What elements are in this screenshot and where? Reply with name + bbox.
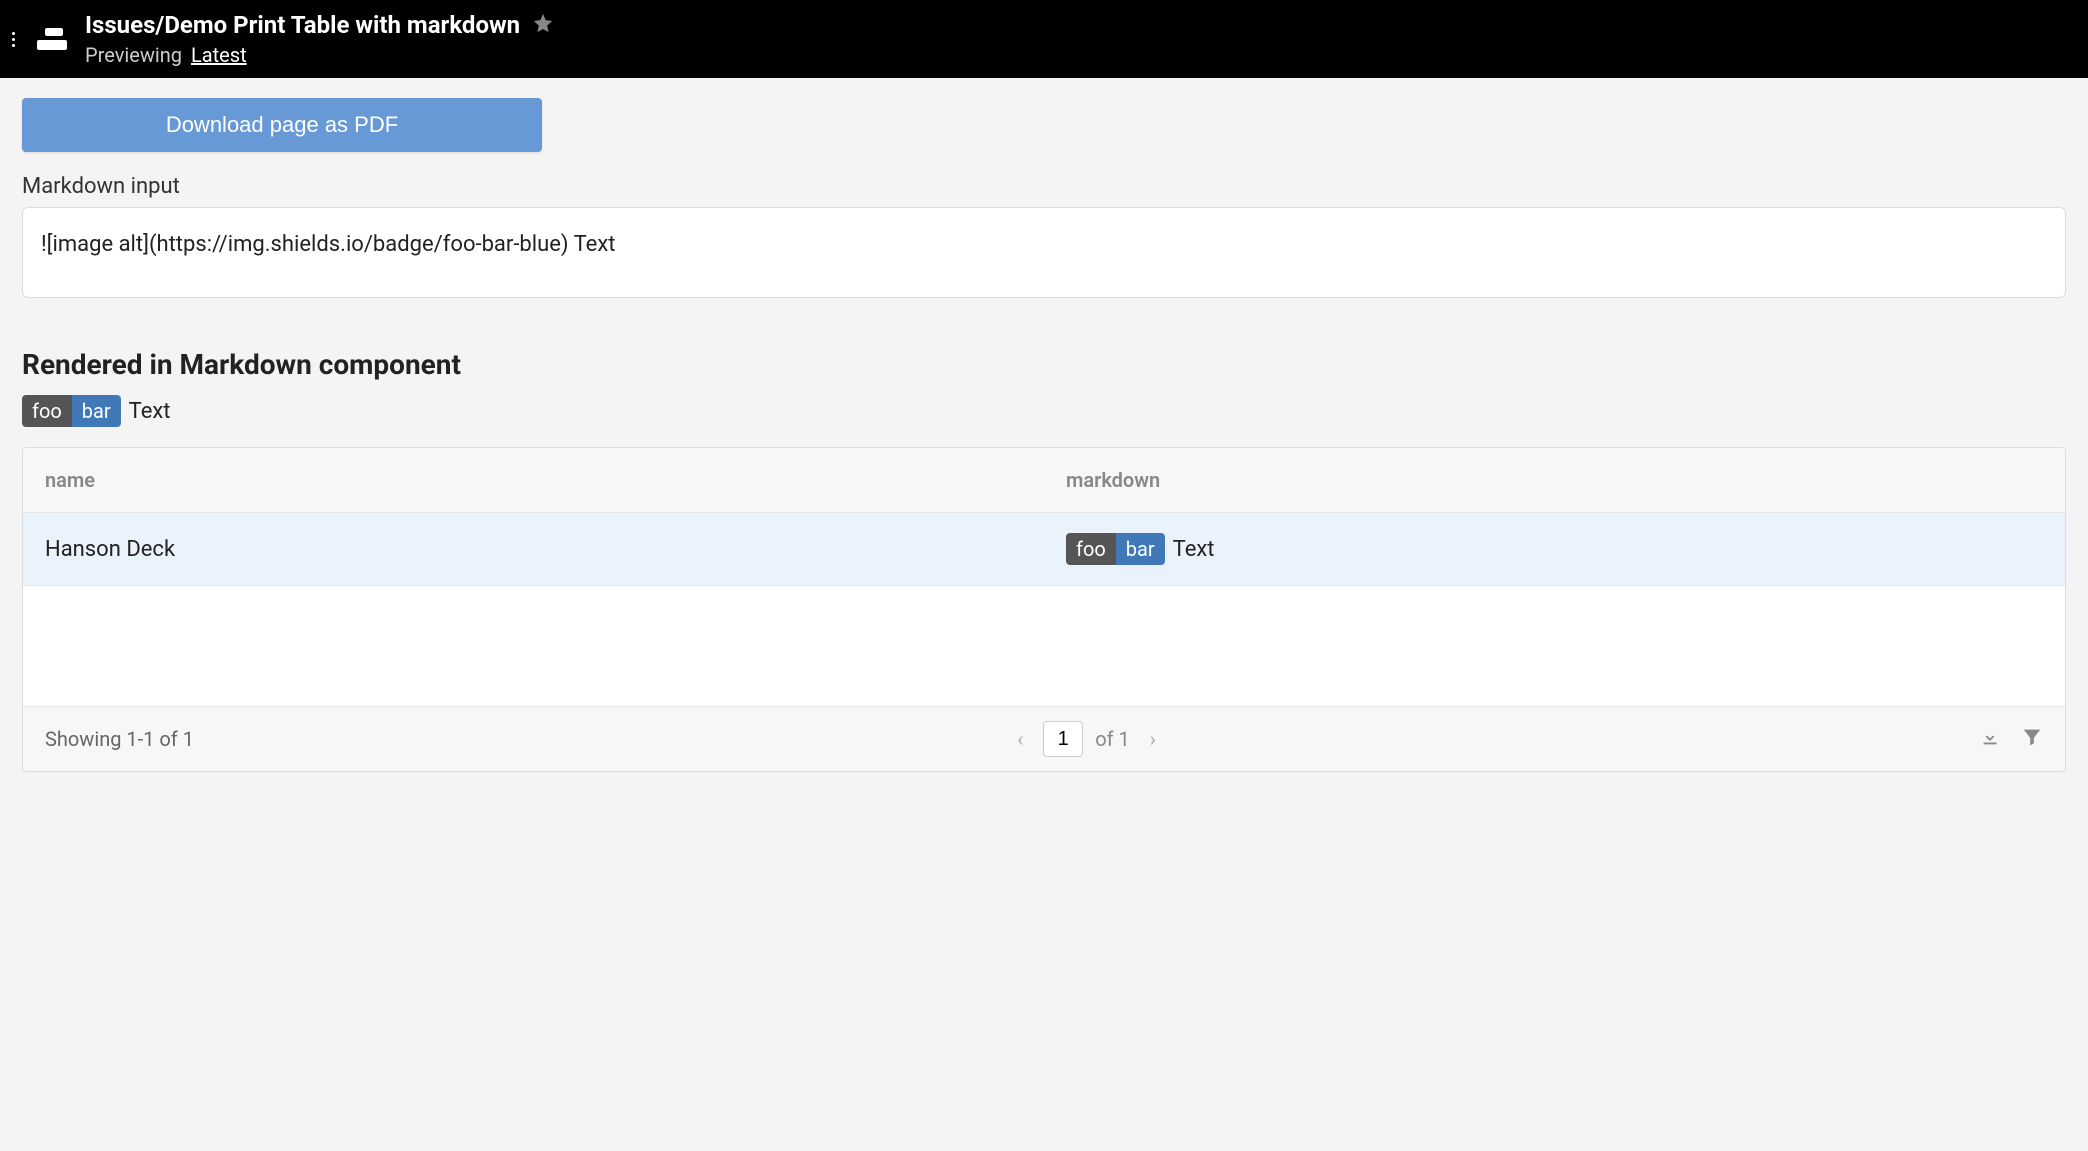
table-footer: Showing 1-1 of 1 ‹ of 1 › [23, 706, 2065, 771]
content-area: Download page as PDF Markdown input ![im… [0, 78, 2088, 792]
markdown-input-value: ![image alt](https://img.shields.io/badg… [41, 232, 615, 257]
subtitle: Previewing Latest [85, 43, 554, 67]
cell-name-text: Hanson Deck [45, 537, 175, 562]
prev-page-button[interactable]: ‹ [1009, 723, 1031, 755]
rendered-heading: Rendered in Markdown component [22, 348, 2066, 381]
showing-text: Showing 1-1 of 1 [45, 727, 194, 751]
app-logo-icon [37, 28, 67, 50]
next-page-button[interactable]: › [1142, 723, 1164, 755]
table-header-row: name markdown [23, 448, 2065, 513]
markdown-input-box[interactable]: ![image alt](https://img.shields.io/badg… [22, 207, 2066, 298]
page-title: Issues/Demo Print Table with markdown [85, 11, 520, 39]
cell-markdown: foo bar Text [1044, 513, 2065, 585]
version-link[interactable]: Latest [191, 43, 247, 67]
rendered-output: foo bar Text [22, 395, 2066, 427]
cell-trailing-text: Text [1173, 537, 1215, 562]
drag-handle-icon[interactable] [12, 32, 19, 47]
markdown-input-label: Markdown input [22, 174, 2066, 199]
top-bar: Issues/Demo Print Table with markdown Pr… [0, 0, 2088, 78]
column-header-markdown[interactable]: markdown [1044, 448, 2065, 512]
title-area: Issues/Demo Print Table with markdown Pr… [85, 11, 554, 67]
shield-badge: foo bar [22, 395, 121, 427]
page-number-input[interactable] [1043, 721, 1083, 757]
rendered-trailing-text: Text [129, 399, 171, 424]
subtitle-prefix: Previewing [85, 43, 182, 67]
table-row[interactable]: Hanson Deck foo bar Text [23, 513, 2065, 586]
download-icon[interactable] [1979, 726, 2001, 753]
badge-right: bar [1116, 533, 1165, 565]
badge-right: bar [72, 395, 121, 427]
table-empty-space [23, 586, 2065, 706]
badge-left: foo [22, 395, 72, 427]
cell-name: Hanson Deck [23, 517, 1044, 582]
star-icon[interactable] [532, 12, 554, 38]
filter-icon[interactable] [2021, 726, 2043, 753]
download-pdf-button[interactable]: Download page as PDF [22, 98, 542, 152]
data-table: name markdown Hanson Deck foo bar Text S… [22, 447, 2066, 772]
badge-left: foo [1066, 533, 1116, 565]
shield-badge: foo bar [1066, 533, 1165, 565]
column-header-name[interactable]: name [23, 448, 1044, 512]
pagination: ‹ of 1 › [194, 721, 1979, 757]
page-of-text: of 1 [1095, 727, 1130, 751]
